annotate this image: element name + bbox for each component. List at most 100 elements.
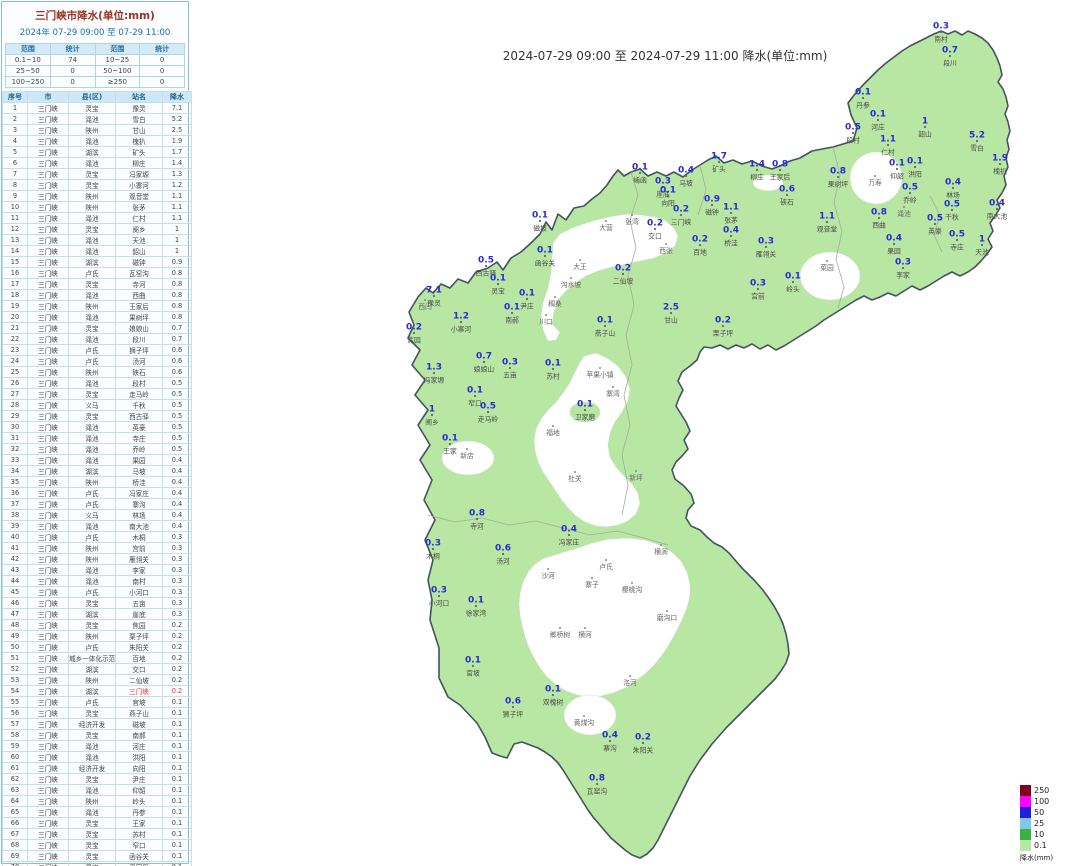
table-cell: 13 <box>3 235 28 246</box>
table-cell: 寺河 <box>116 279 163 290</box>
table-row: 18三门峡渑池西曲0.8 <box>3 290 192 301</box>
table-cell: 渑池 <box>69 290 116 301</box>
table-row: 59三门峡渑池河庄0.1 <box>3 741 192 752</box>
table-cell: 44 <box>3 576 28 587</box>
table-cell: 王家 <box>116 818 163 829</box>
station-name: 五亩 <box>503 371 517 380</box>
table-row: 50三门峡卢氏朱阳关0.2 <box>3 642 192 653</box>
station-name: 王家后 <box>770 173 791 182</box>
station-rain-value: 0.1 <box>785 272 801 282</box>
town-dot-icon <box>584 627 586 629</box>
town-name: 稠桑 <box>548 299 562 308</box>
town-dot-icon <box>579 259 581 261</box>
station-name: 王家 <box>443 447 457 456</box>
station-name: 二仙坡 <box>613 277 634 286</box>
town-name: 川口 <box>539 318 553 326</box>
table-cell: 灵宝 <box>69 180 116 191</box>
station-rain-value: 0.3 <box>933 22 949 32</box>
summary-header-row: 范围统计范围统计 <box>6 44 185 55</box>
table-cell: 0.1 <box>163 862 192 866</box>
station-rain-value: 0.2 <box>673 205 689 215</box>
table-cell: 0.9 <box>163 257 192 268</box>
table-cell: 三门峡 <box>28 653 69 664</box>
table-cell: 57 <box>3 719 28 730</box>
table-cell: 崖底 <box>116 609 163 620</box>
station-name: 乔岭 <box>903 196 917 205</box>
station-rain-value: 0.8 <box>871 208 887 218</box>
station-name: 官坡 <box>466 669 480 678</box>
table-cell: 0.1 <box>163 719 192 730</box>
table-cell: 0.1 <box>163 708 192 719</box>
table-row: 14三门峡渑池韶山1 <box>3 246 192 257</box>
summary-cell: 0 <box>140 66 185 77</box>
table-cell: 0.6 <box>163 356 192 367</box>
panel-title: 三门峡市降水(单位:mm) <box>2 8 188 23</box>
station-rain-value: 0.1 <box>545 359 561 369</box>
table-cell: 11 <box>3 213 28 224</box>
station-rain-value: 1.7 <box>711 152 727 162</box>
table-cell: 三门峡 <box>28 499 69 510</box>
table-row: 62三门峡灵宝尹庄0.1 <box>3 774 192 785</box>
table-cell: 0.3 <box>163 543 192 554</box>
table-cell: 官坡 <box>116 697 163 708</box>
table-cell: 1.7 <box>163 147 192 158</box>
table-cell: 0.5 <box>163 378 192 389</box>
station-rain-value: 0.7 <box>942 46 958 56</box>
town-dot-icon <box>605 220 607 222</box>
table-row: 67三门峡灵宝苏村0.1 <box>3 829 192 840</box>
table-cell: 灵宝 <box>69 851 116 862</box>
table-cell: 三门峡 <box>28 356 69 367</box>
table-cell: 陕州 <box>69 301 116 312</box>
town-name: 寨子 <box>585 580 599 589</box>
table-row: 31三门峡渑池寺庄0.5 <box>3 433 192 444</box>
table-cell: 52 <box>3 664 28 675</box>
table-cell: 义马 <box>69 400 116 411</box>
town-name: 洛河 <box>623 678 637 687</box>
table-row: 20三门峡渑池果树坪0.8 <box>3 312 192 323</box>
table-cell: 64 <box>3 796 28 807</box>
table-cell: 二仙坡 <box>116 675 163 686</box>
table-cell: 三门峡 <box>28 675 69 686</box>
table-cell: 0.3 <box>163 587 192 598</box>
table-cell: 0.1 <box>163 796 192 807</box>
station-name: 冯家庄 <box>559 538 580 547</box>
station-rain-value: 0.6 <box>505 697 521 707</box>
station-rain-value: 0.5 <box>478 256 494 266</box>
table-cell: 三门峡 <box>28 785 69 796</box>
table-row: 17三门峡灵宝寺河0.8 <box>3 279 192 290</box>
table-row: 44三门峡渑池南村0.3 <box>3 576 192 587</box>
table-row: 9三门峡陕州观音堂1.1 <box>3 191 192 202</box>
table-cell: 三门峡 <box>28 576 69 587</box>
table-cell: 0.8 <box>163 290 192 301</box>
table-cell: 0.1 <box>163 840 192 851</box>
table-cell: 0.4 <box>163 477 192 488</box>
table-row: 23三门峡卢氏狮子坪0.6 <box>3 345 192 356</box>
legend-color-swatch <box>1020 785 1031 796</box>
table-cell: 三门峡 <box>28 389 69 400</box>
station-name: 张茅 <box>724 216 738 225</box>
station-rain-value: 0.1 <box>577 400 593 410</box>
table-cell: 三门峡 <box>28 730 69 741</box>
table-cell: 柳庄 <box>116 158 163 169</box>
table-cell: 0.1 <box>163 818 192 829</box>
station-rain-value: 0.3 <box>895 258 911 268</box>
summary-row: 25~50050~1000 <box>6 66 185 77</box>
table-cell: 汤河 <box>116 356 163 367</box>
station-name: 马坡 <box>679 179 693 188</box>
legend-scale: 2501005025100.1 <box>1020 785 1076 851</box>
station-name: 小寨河 <box>451 325 472 334</box>
table-cell: 灵宝 <box>69 862 116 866</box>
summary-cell: 统计 <box>140 44 185 55</box>
table-cell: 陕州 <box>69 543 116 554</box>
table-row: 49三门峡陕州栗子坪0.2 <box>3 631 192 642</box>
rainfall-report-page: 三门峡市降水(单位:mm) 2024年 07-29 09:00 至 07-29 … <box>0 0 1080 866</box>
table-row: 42三门峡陕州雁翎关0.3 <box>3 554 192 565</box>
station-name: 寨沟 <box>603 744 617 753</box>
station-rain-value: 0.2 <box>692 235 708 245</box>
station-name: 豫灵 <box>427 299 441 308</box>
table-row: 16三门峡卢氏瓦窑沟0.8 <box>3 268 192 279</box>
table-cell: 寺庄 <box>116 433 163 444</box>
station-rain-value: 0.5 <box>845 123 861 133</box>
table-cell: 三门峡 <box>28 279 69 290</box>
table-cell: 湖滨 <box>69 257 116 268</box>
